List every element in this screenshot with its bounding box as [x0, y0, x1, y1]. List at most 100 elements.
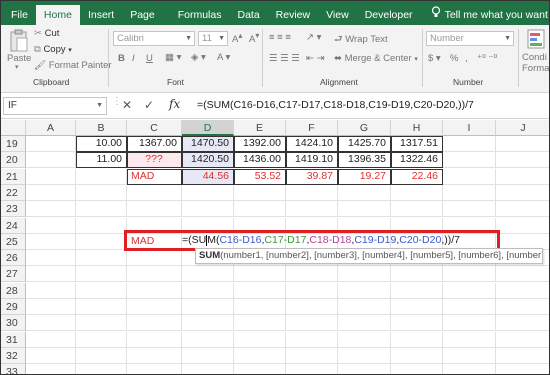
cell-b31[interactable]: [76, 331, 127, 348]
cell-i29[interactable]: [443, 299, 496, 315]
column-header-e[interactable]: E: [234, 120, 286, 136]
cell-c28[interactable]: [127, 282, 182, 299]
cell-i33[interactable]: [443, 364, 496, 374]
cell-j21[interactable]: [496, 169, 549, 185]
cell-g32[interactable]: [338, 347, 391, 364]
cell-e22[interactable]: [234, 184, 286, 201]
name-box[interactable]: IF ▼: [3, 97, 107, 115]
indent-icon[interactable]: ⇤ ⇥: [306, 53, 325, 64]
cell-j27[interactable]: [496, 266, 549, 283]
cell-c33[interactable]: [127, 364, 182, 374]
row-header[interactable]: 29: [1, 299, 26, 315]
borders-icon[interactable]: ▦ ▾: [165, 52, 181, 63]
cancel-icon[interactable]: ✕: [122, 98, 132, 112]
cell-h32[interactable]: [391, 347, 443, 364]
cell-g31[interactable]: [338, 331, 391, 348]
font-name-select[interactable]: Calibri ▼: [113, 31, 195, 46]
font-size-select[interactable]: 11 ▼: [198, 31, 228, 46]
cell-e19[interactable]: 1392.00: [234, 136, 286, 152]
decimal-icon[interactable]: ⁺⁰ ⁻⁰: [477, 53, 497, 64]
cell-c22[interactable]: [127, 184, 182, 201]
italic-button[interactable]: I: [132, 53, 135, 64]
cell-j32[interactable]: [496, 348, 549, 364]
increase-font-icon[interactable]: A▴: [232, 31, 242, 45]
column-header-b[interactable]: B: [76, 120, 127, 136]
decrease-font-icon[interactable]: A▾: [249, 31, 259, 45]
cell-g22[interactable]: [338, 184, 391, 201]
cell-f31[interactable]: [286, 331, 338, 348]
column-header-j[interactable]: J: [496, 120, 549, 136]
copy-button[interactable]: ⧉ Copy ▾: [34, 44, 72, 55]
row-header[interactable]: 26: [1, 250, 26, 267]
formula-input[interactable]: =(SUM(C16-D16,C17-D17,C18-D18,C19-D19,C2…: [197, 99, 474, 111]
row-header[interactable]: 28: [1, 282, 26, 299]
cell-a20[interactable]: [26, 152, 76, 169]
cell-i20[interactable]: [443, 152, 496, 169]
cell-b32[interactable]: [76, 347, 127, 364]
cell-h20[interactable]: 1322.46: [391, 152, 443, 169]
cell-b27[interactable]: [76, 266, 127, 283]
cell-a25[interactable]: [26, 233, 76, 250]
row-header[interactable]: 20: [1, 152, 26, 169]
cell-d23[interactable]: [182, 201, 234, 218]
tab-data[interactable]: Data: [229, 5, 267, 25]
cell-g33[interactable]: [338, 364, 391, 374]
cell-j22[interactable]: [496, 185, 549, 201]
cell-f20[interactable]: 1419.10: [286, 152, 338, 169]
tab-developer[interactable]: Developer: [357, 5, 421, 25]
cell-b23[interactable]: [76, 201, 127, 218]
tooltip-function-name[interactable]: SUM: [199, 250, 220, 261]
cell-f33[interactable]: [286, 364, 338, 374]
column-header-h[interactable]: H: [391, 120, 443, 136]
cell-e33[interactable]: [234, 364, 286, 374]
cell-c30[interactable]: [127, 315, 182, 332]
cut-button[interactable]: ✂ Cut: [34, 28, 59, 39]
row-header[interactable]: 31: [1, 331, 26, 348]
row-header[interactable]: 23: [1, 201, 26, 218]
cell-a21[interactable]: [26, 168, 76, 185]
cell-g27[interactable]: [338, 266, 391, 283]
cell-c27[interactable]: [127, 266, 182, 283]
cell-h29[interactable]: [391, 299, 443, 315]
row-header[interactable]: 27: [1, 266, 26, 283]
cell-e21[interactable]: 53.52: [234, 168, 286, 185]
column-header-f[interactable]: F: [286, 120, 338, 136]
cell-b26[interactable]: [76, 250, 127, 267]
conditional-formatting-label[interactable]: Condi: [522, 52, 547, 63]
cell-c23[interactable]: [127, 201, 182, 218]
row-header[interactable]: 19: [1, 136, 26, 152]
bold-button[interactable]: B: [118, 53, 125, 64]
cell-c31[interactable]: [127, 331, 182, 348]
align-left-icon[interactable]: ☰ ☰ ☰: [269, 53, 300, 64]
cell-a33[interactable]: [26, 364, 76, 374]
tell-me-box[interactable]: Tell me what you want to do...: [431, 5, 549, 25]
percent-button[interactable]: %: [450, 53, 458, 64]
row-header[interactable]: 32: [1, 347, 26, 364]
cell-d21[interactable]: 44.56: [182, 168, 234, 185]
cell-f23[interactable]: [286, 201, 338, 218]
cell-a19[interactable]: [26, 136, 76, 152]
conditional-formatting-label-2[interactable]: Forma: [522, 63, 549, 74]
cell-f30[interactable]: [286, 315, 338, 332]
tab-review[interactable]: Review: [268, 5, 318, 25]
cell-a23[interactable]: [26, 201, 76, 218]
row-header[interactable]: 24: [1, 217, 26, 234]
tab-home[interactable]: Home: [35, 5, 80, 25]
cell-b33[interactable]: [76, 364, 127, 374]
cell-b24[interactable]: [76, 217, 127, 234]
tab-page-layout[interactable]: Page Layout: [122, 5, 170, 41]
format-painter-button[interactable]: 🖌 Format Painter: [34, 60, 112, 71]
select-all-corner[interactable]: [1, 120, 26, 136]
cell-d19[interactable]: 1470.50: [182, 136, 234, 152]
number-format-select[interactable]: Number ▼: [426, 31, 514, 46]
more-options-icon[interactable]: ⋮: [112, 96, 122, 107]
cell-e27[interactable]: [234, 266, 286, 283]
cell-h21[interactable]: 22.46: [391, 168, 443, 185]
cell-a26[interactable]: [26, 250, 76, 267]
cell-h27[interactable]: [391, 266, 443, 283]
font-color-icon[interactable]: A ▾: [217, 52, 230, 63]
cell-i27[interactable]: [443, 266, 496, 283]
insert-function-icon[interactable]: fx: [169, 97, 180, 111]
cell-c32[interactable]: [127, 347, 182, 364]
cell-d28[interactable]: [182, 282, 234, 299]
